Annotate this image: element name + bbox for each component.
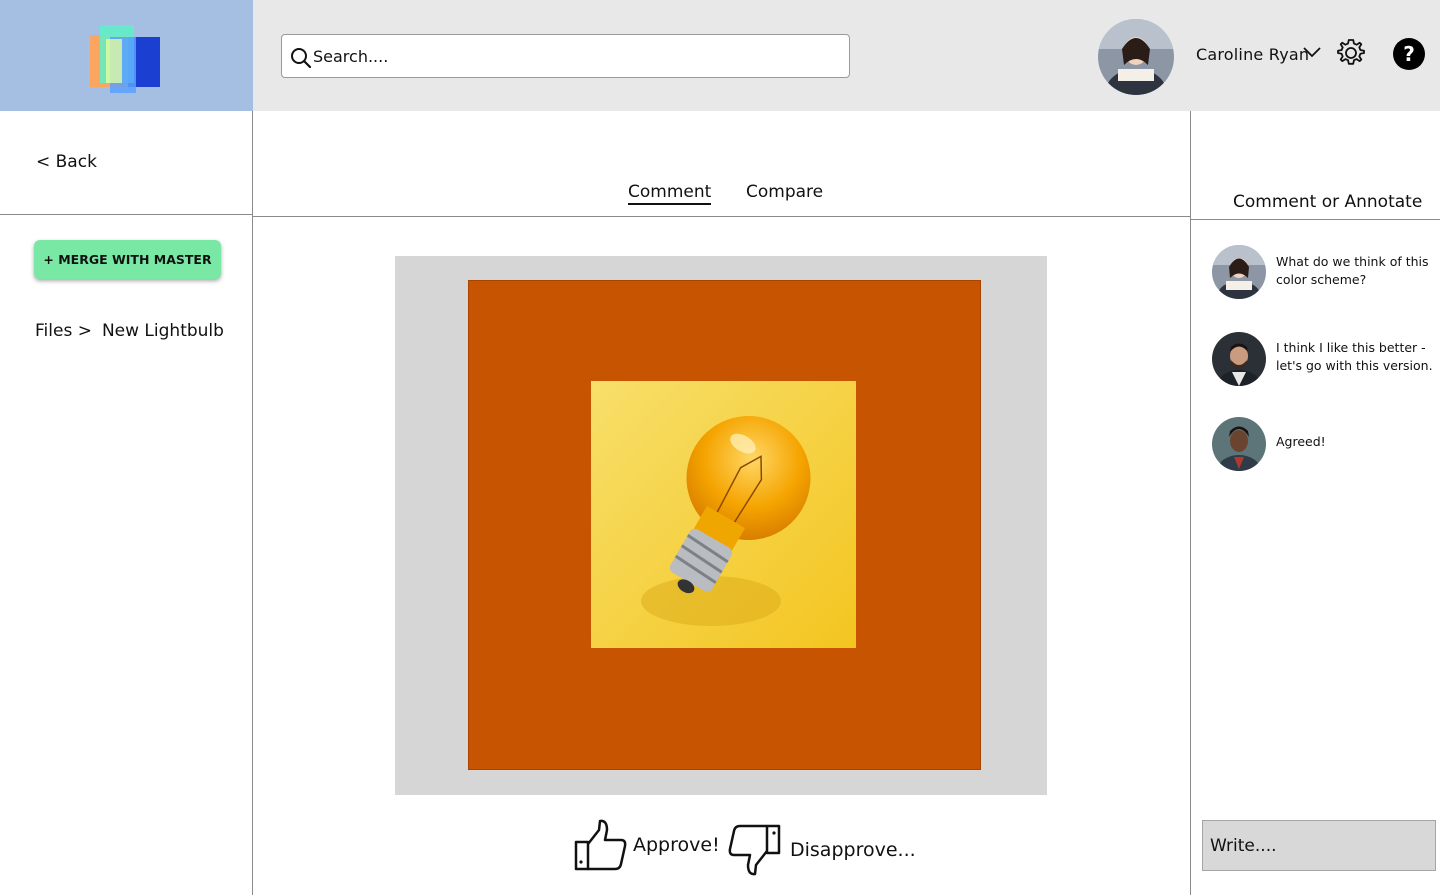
approve-button[interactable]: Approve!: [573, 818, 720, 872]
avatar[interactable]: [1212, 332, 1266, 386]
lightbulb-image[interactable]: [591, 381, 856, 648]
chevron-down-icon[interactable]: [1303, 46, 1321, 58]
thumbs-down-icon: [728, 824, 781, 876]
right-header-divider: [1190, 219, 1440, 220]
logo-area: [0, 0, 253, 111]
breadcrumb: Files > New Lightbulb: [35, 321, 224, 341]
back-link[interactable]: < Back: [36, 152, 97, 172]
left-panel-divider: [252, 111, 253, 895]
avatar[interactable]: [1212, 245, 1266, 299]
comment-text: I think I like this better - let's go wi…: [1276, 340, 1433, 373]
breadcrumb-current: New Lightbulb: [101, 321, 224, 341]
tab-comment[interactable]: Comment: [628, 182, 712, 205]
main-header-divider: [252, 216, 1190, 217]
breadcrumb-files[interactable]: Files >: [35, 321, 92, 341]
merge-with-master-button[interactable]: + MERGE WITH MASTER: [34, 240, 221, 279]
user-avatar[interactable]: [1098, 19, 1174, 95]
annotations-title: Comment or Annotate: [1233, 192, 1423, 212]
search-icon: [291, 48, 312, 69]
help-icon[interactable]: ?: [1393, 38, 1425, 70]
left-header-divider: [0, 214, 252, 215]
approve-label: Approve!: [633, 834, 720, 856]
comment-text: What do we think of this color scheme?: [1276, 254, 1429, 287]
search-input[interactable]: [313, 41, 833, 71]
user-name[interactable]: Caroline Ryan: [1196, 45, 1309, 64]
app-logo[interactable]: [88, 25, 162, 93]
comment-text: Agreed!: [1276, 434, 1326, 449]
gear-icon[interactable]: [1335, 37, 1367, 69]
disapprove-label: Disapprove...: [790, 839, 916, 861]
write-comment-input[interactable]: [1202, 820, 1436, 871]
search-bar[interactable]: [281, 34, 850, 78]
right-panel-divider: [1190, 111, 1191, 895]
disapprove-button[interactable]: Disapprove...: [728, 823, 916, 877]
thumbs-up-icon: [574, 819, 627, 871]
tab-compare[interactable]: Compare: [746, 182, 823, 202]
avatar[interactable]: [1212, 417, 1266, 471]
